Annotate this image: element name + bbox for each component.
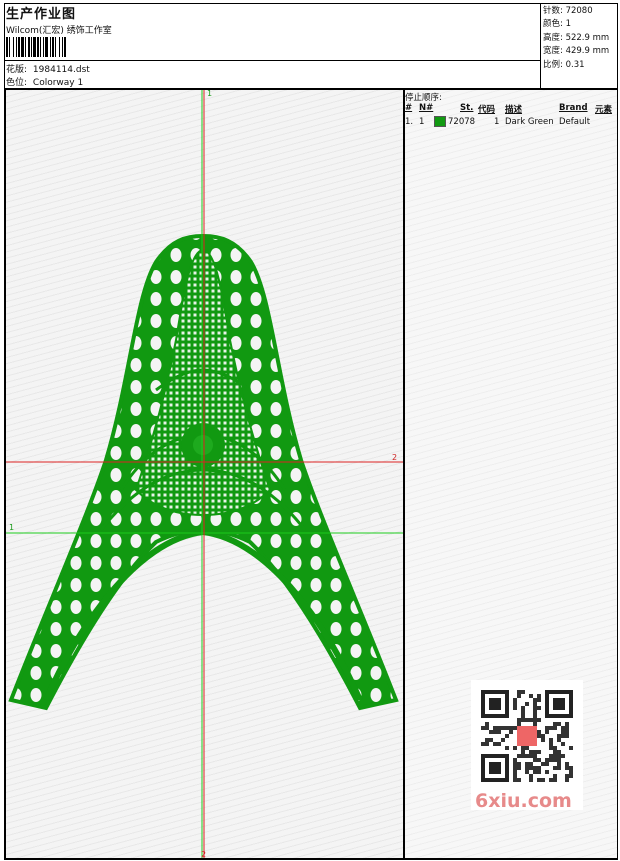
barcode bbox=[6, 37, 142, 57]
header-sub-divider bbox=[4, 60, 540, 61]
thread-color-swatch bbox=[434, 116, 446, 127]
width-label: 宽度: bbox=[543, 46, 563, 57]
width-value: 429.9 mm bbox=[565, 46, 610, 57]
company-name: Wilcom(汇宏) 绣饰工作室 bbox=[6, 26, 112, 36]
color-count-row: 颜色: 1 bbox=[543, 18, 609, 31]
design-canvas: 1 1 2 2 bbox=[5, 89, 404, 859]
design-file-value: 1984114.dst bbox=[32, 65, 90, 75]
scale-row: 比例: 0.31 bbox=[543, 59, 609, 72]
design-svg: 1 1 2 2 bbox=[6, 90, 403, 859]
design-stats: 针数: 72080 颜色: 1 高度: 522.9 mm 宽度: 429.9 m… bbox=[543, 5, 609, 72]
width-row: 宽度: 429.9 mm bbox=[543, 45, 609, 58]
row-code: 1 bbox=[494, 117, 500, 127]
design-file-label: 花版: bbox=[6, 65, 28, 75]
col-description: 描述 bbox=[505, 105, 523, 115]
scale-value: 0.31 bbox=[565, 59, 585, 70]
height-row: 高度: 522.9 mm bbox=[543, 32, 609, 45]
row-description: Dark Green bbox=[505, 117, 554, 127]
stitch-count-label: 针数: bbox=[543, 6, 563, 16]
row-index: 1. bbox=[405, 117, 414, 127]
stitch-count-row: 针数: 72080 bbox=[543, 5, 609, 18]
barcode-bar bbox=[66, 37, 67, 57]
green-horizontal-guide-label: 1 bbox=[9, 523, 14, 532]
stats-divider bbox=[540, 3, 541, 89]
page-title: 生产作业图 bbox=[6, 7, 77, 22]
height-label: 高度: bbox=[543, 32, 563, 43]
row-brand: Default bbox=[559, 117, 591, 127]
colorway-row: 色位: Colorway 1 bbox=[6, 75, 83, 88]
row-n: 1 bbox=[419, 117, 425, 127]
green-vertical-guide-label: 1 bbox=[207, 90, 212, 98]
scale-label: 比例: bbox=[543, 59, 563, 70]
red-vertical-guide-label: 2 bbox=[201, 850, 206, 859]
design-file-row: 花版: 1984114.dst bbox=[6, 62, 90, 75]
col-brand: Brand bbox=[559, 103, 588, 113]
watermark-text: 6xiu.com bbox=[475, 790, 572, 812]
production-worksheet: 生产作业图 Wilcom(汇宏) 绣饰工作室 花版: 1984114.dst 色… bbox=[0, 0, 620, 861]
qr-svg bbox=[481, 690, 573, 782]
col-index: # bbox=[405, 103, 413, 113]
colorway-value: Colorway 1 bbox=[32, 78, 84, 88]
height-value: 522.9 mm bbox=[565, 32, 610, 43]
col-stitches: St. bbox=[460, 103, 474, 113]
frame-bottom bbox=[4, 859, 618, 860]
col-element: 元素 bbox=[595, 105, 613, 115]
stop-sequence-title: 停止顺序: bbox=[405, 93, 442, 103]
colorway-label: 色位: bbox=[6, 78, 28, 88]
red-horizontal-guide-label: 2 bbox=[392, 453, 397, 462]
stitch-count-value: 72080 bbox=[565, 6, 593, 16]
row-stitches: 72078 bbox=[448, 117, 476, 127]
frame-top bbox=[4, 3, 618, 4]
col-code: 代码 bbox=[478, 105, 496, 115]
color-count-label: 颜色: bbox=[543, 19, 563, 30]
color-count-value: 1 bbox=[565, 19, 571, 30]
col-n: N# bbox=[419, 103, 434, 113]
